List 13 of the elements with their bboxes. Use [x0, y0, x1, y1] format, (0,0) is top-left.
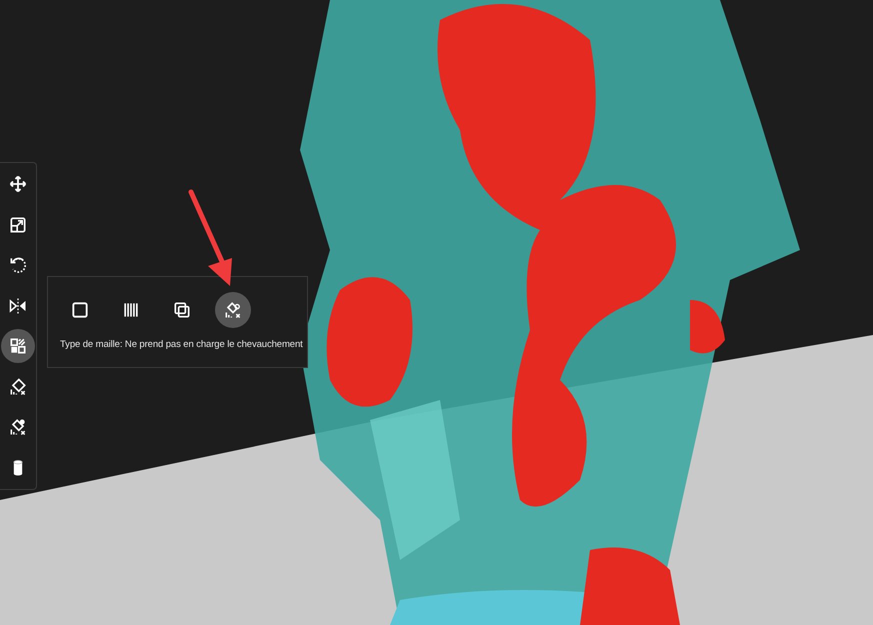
diamond-icon	[8, 376, 28, 397]
scale-icon	[8, 214, 28, 235]
overlapping-squares-icon	[172, 300, 192, 320]
square-icon	[70, 300, 90, 320]
mirror-icon	[8, 296, 28, 316]
diamond-icon	[8, 417, 28, 438]
diamond-icon	[223, 300, 243, 320]
tool-button[interactable]	[1, 329, 35, 364]
grid-icon	[8, 336, 28, 356]
mesh-type-caption: Type de maille: Ne prend pas en charge le chevauchement	[60, 338, 303, 352]
move-icon	[8, 174, 28, 194]
tool-button[interactable]	[215, 292, 251, 328]
rotate-icon	[8, 255, 28, 276]
